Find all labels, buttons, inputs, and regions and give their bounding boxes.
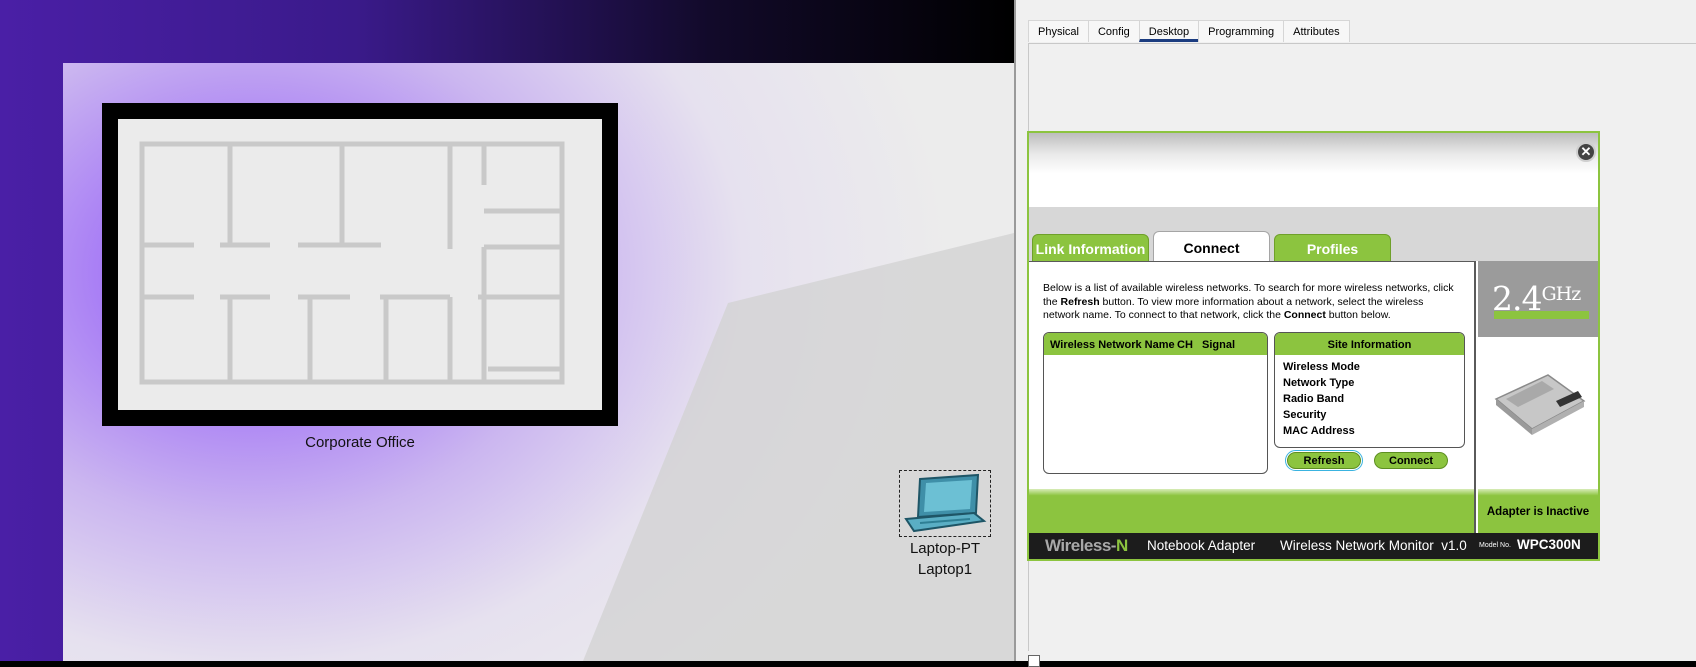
connect-instructions: Below is a list of available wireless ne… <box>1043 282 1463 323</box>
product-name: Notebook Adapter <box>1147 538 1256 553</box>
monitor-title: Wireless Network Monitor v1.0 <box>1280 538 1467 553</box>
connect-button[interactable]: Connect <box>1374 452 1448 469</box>
monitor-header: ✕ <box>1029 133 1598 207</box>
instructions-refresh-word: Refresh <box>1060 295 1100 308</box>
site-information-box: Site Information Wireless Mode Network T… <box>1274 332 1465 448</box>
device-type-label: Laptop-PT <box>909 540 981 557</box>
band-badge: 2.4GHz <box>1478 261 1598 337</box>
site-row-network-type: Network Type <box>1283 377 1355 389</box>
laptop-device[interactable] <box>899 470 991 537</box>
tab-attributes[interactable]: Attributes <box>1283 20 1350 42</box>
site-row-security: Security <box>1283 409 1327 421</box>
tab-desktop[interactable]: Desktop <box>1138 20 1200 42</box>
site-row-wireless-mode: Wireless Mode <box>1283 361 1360 373</box>
column-channel: CH <box>1177 339 1193 351</box>
tab-profiles[interactable]: Profiles <box>1274 234 1391 262</box>
column-network-name: Wireless Network Name <box>1050 339 1175 351</box>
pc-card-icon <box>1494 374 1586 435</box>
close-icon[interactable]: ✕ <box>1576 142 1596 162</box>
adapter-sidebar: 2.4GHz <box>1478 261 1598 489</box>
status-bar-green <box>1029 489 1476 533</box>
corporate-office-container[interactable] <box>102 103 618 426</box>
laptop-icon <box>904 473 987 533</box>
wireless-network-monitor-window: ✕ Link Information Connect Profiles Belo… <box>1027 131 1600 561</box>
floor-plan-icon <box>139 141 565 385</box>
monitor-tab-bar: Link Information Connect Profiles <box>1029 207 1598 263</box>
tab-connect[interactable]: Connect <box>1153 231 1270 263</box>
network-list-header: Wireless Network Name CH Signal <box>1044 333 1267 355</box>
wireless-network-list[interactable]: Wireless Network Name CH Signal <box>1043 332 1268 474</box>
band-unit: GHz <box>1541 283 1581 305</box>
site-row-radio-band: Radio Band <box>1283 393 1345 405</box>
site-row-mac-address: MAC Address <box>1283 425 1355 437</box>
model-number: WPC300N <box>1517 537 1581 552</box>
instructions-connect-word: Connect <box>1283 309 1326 321</box>
bottom-checkbox[interactable] <box>1028 655 1040 667</box>
office-label: Corporate Office <box>305 434 415 451</box>
brand-logo: Wireless-N <box>1045 536 1128 556</box>
model-label: Model No. <box>1479 542 1511 549</box>
refresh-button[interactable]: Refresh <box>1285 450 1363 471</box>
tab-link-information[interactable]: Link Information <box>1032 234 1149 262</box>
device-name-label: Laptop1 <box>917 561 973 578</box>
adapter-status: Adapter is Inactive <box>1478 489 1598 533</box>
brand-n: N <box>1115 536 1128 555</box>
tab-physical[interactable]: Physical <box>1028 20 1089 42</box>
connect-tab-content: Below is a list of available wireless ne… <box>1029 261 1476 489</box>
site-information-title: Site Information <box>1275 333 1464 355</box>
instructions-text-3: button below. <box>1325 309 1391 321</box>
office-floor-plan <box>118 119 602 410</box>
tab-config[interactable]: Config <box>1087 20 1140 42</box>
brand-main: Wireless- <box>1045 536 1116 555</box>
column-signal: Signal <box>1202 339 1236 351</box>
logical-workspace[interactable]: Corporate Office Laptop-PT Laptop1 <box>0 0 1014 661</box>
band-bar <box>1494 311 1589 319</box>
tab-programming[interactable]: Programming <box>1198 20 1285 42</box>
monitor-footer: Wireless-N Notebook Adapter Wireless Net… <box>1029 533 1598 559</box>
panel-tab-bar: Physical Config Desktop Programming Attr… <box>1028 20 1350 42</box>
